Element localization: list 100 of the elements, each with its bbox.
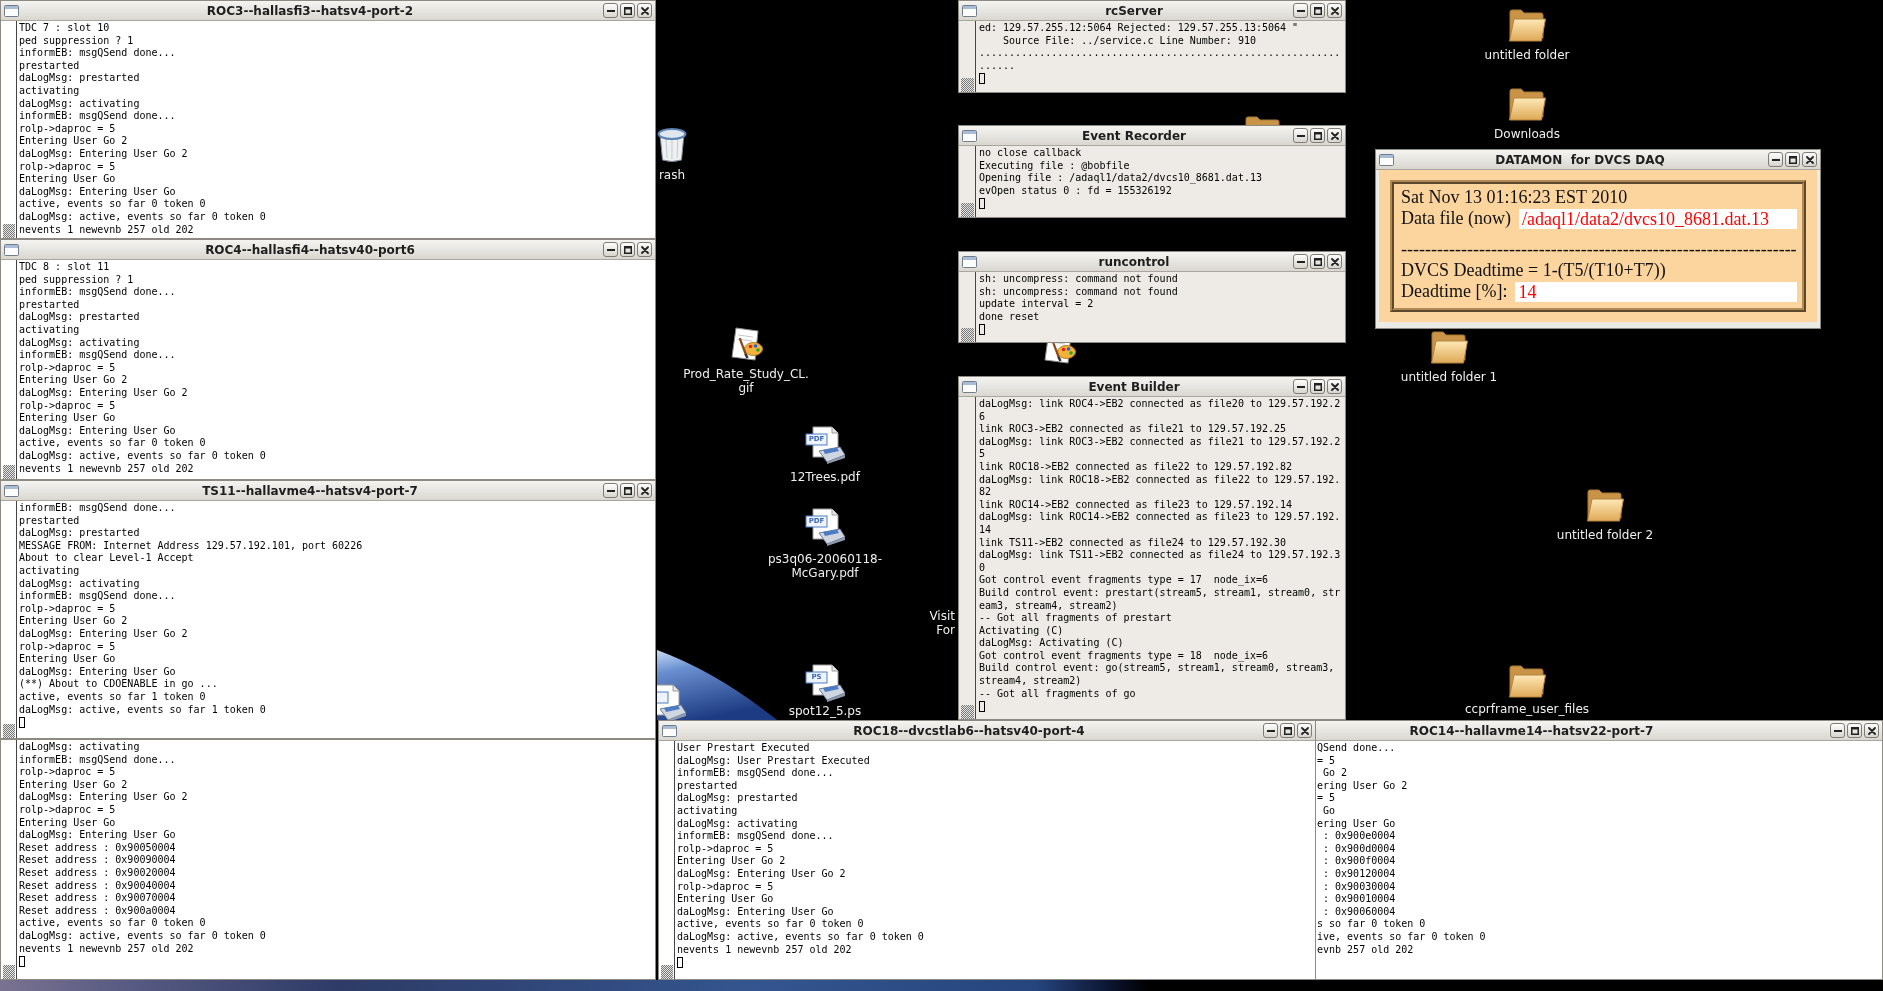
close-button[interactable] xyxy=(1864,723,1879,738)
document-icon[interactable] xyxy=(804,426,846,464)
maximize-button[interactable] xyxy=(620,242,635,257)
minimize-button[interactable] xyxy=(603,242,618,257)
close-button[interactable] xyxy=(1327,3,1342,18)
minimize-button[interactable] xyxy=(1293,3,1308,18)
maximize-button[interactable] xyxy=(620,3,635,18)
close-button[interactable] xyxy=(1327,379,1342,394)
scrollbar[interactable] xyxy=(1,740,17,979)
maximize-button[interactable] xyxy=(1280,723,1295,738)
scrollbar[interactable] xyxy=(1,260,17,479)
terminal-line: : 0x900d0004 xyxy=(1322,842,1396,856)
icon-label[interactable]: untitled folder 1 xyxy=(1400,370,1498,384)
folder-icon[interactable] xyxy=(1508,664,1546,698)
icon-label[interactable]: ps3q06-20060118- McGary.pdf xyxy=(767,552,883,580)
document-icon[interactable] xyxy=(804,664,846,702)
folder-icon[interactable] xyxy=(1244,116,1282,125)
window-menu-icon[interactable] xyxy=(962,4,977,17)
icon-label[interactable]: Visit For xyxy=(929,609,955,637)
maximize-button[interactable] xyxy=(620,483,635,498)
close-button[interactable] xyxy=(1297,723,1312,738)
terminal-line: active, events so far 0 token 0 xyxy=(19,437,206,450)
scrollbar[interactable] xyxy=(959,272,976,342)
terminal-line: Build control event: go(stream5, stream1, stream0, stream3, xyxy=(979,662,1335,676)
window-menu-icon[interactable] xyxy=(4,484,19,497)
terminal-line: daLogMsg: link ROC3->EB2 connected as file21 to 129.57.192.2 xyxy=(979,435,1341,449)
scrollbar[interactable] xyxy=(1,21,17,238)
close-button[interactable] xyxy=(1327,128,1342,143)
close-button[interactable] xyxy=(1327,254,1342,269)
terminal-line: daLogMsg: Entering User Go xyxy=(19,185,176,199)
window-menu-icon[interactable] xyxy=(962,255,977,268)
minimize-button[interactable] xyxy=(1768,152,1783,167)
maximize-button[interactable] xyxy=(1310,128,1325,143)
scrollbar-thumb[interactable] xyxy=(3,965,15,979)
folder-icon[interactable] xyxy=(1586,488,1624,522)
scrollbar[interactable] xyxy=(1,501,17,738)
window-menu-icon[interactable] xyxy=(962,129,977,142)
terminal-line: daLogMsg: active, events so far 0 token 0 xyxy=(677,930,924,944)
terminal-line: rolp->daproc = 5 xyxy=(677,880,774,894)
terminal-line: nevents 1 newevnb 257 old 202 xyxy=(677,943,852,957)
scrollbar-thumb[interactable] xyxy=(961,78,974,92)
close-button[interactable] xyxy=(1802,152,1817,167)
maximize-button[interactable] xyxy=(1310,3,1325,18)
maximize-button[interactable] xyxy=(1847,723,1862,738)
close-button[interactable] xyxy=(637,242,652,257)
scrollbar[interactable] xyxy=(959,21,976,92)
window-menu-icon[interactable] xyxy=(4,243,19,256)
terminal-line: TDC 7 : slot 10 xyxy=(19,22,110,35)
terminal-line: -- Got all fragments of go xyxy=(979,687,1136,701)
icon-label[interactable]: 12Trees.pdf xyxy=(790,470,860,484)
terminal-line: : 0x90120004 xyxy=(1322,867,1396,881)
terminal-line: daLogMsg: activating xyxy=(677,817,798,831)
maximize-icon xyxy=(623,6,632,15)
scrollbar-thumb[interactable] xyxy=(661,965,673,979)
minimize-button[interactable] xyxy=(1263,723,1278,738)
terminal-line: daLogMsg: Entering User Go 2 xyxy=(677,867,846,881)
icon-label[interactable]: spot12_5.ps xyxy=(788,704,862,718)
terminal-line: link TS11->EB2 connected as file24 to 129.57.192.30 xyxy=(979,536,1287,550)
scrollbar-thumb[interactable] xyxy=(3,224,15,238)
terminal-line: link ROC3->EB2 connected as file21 to 129.57.192.25 xyxy=(979,423,1287,436)
minimize-button[interactable] xyxy=(1293,254,1308,269)
terminal-line: 5 xyxy=(979,448,986,461)
scrollbar[interactable] xyxy=(959,146,976,217)
scrollbar-thumb[interactable] xyxy=(961,203,974,217)
document-icon[interactable] xyxy=(804,508,846,546)
minimize-icon xyxy=(1833,729,1842,732)
folder-icon[interactable] xyxy=(1508,8,1546,42)
scrollbar-thumb[interactable] xyxy=(3,465,15,479)
terminal-line: daLogMsg: active, events so far 1 token 0 xyxy=(19,703,266,717)
minimize-button[interactable] xyxy=(1293,379,1308,394)
maximize-button[interactable] xyxy=(1785,152,1800,167)
scrollbar[interactable] xyxy=(659,741,675,979)
minimize-button[interactable] xyxy=(603,483,618,498)
folder-icon[interactable] xyxy=(1508,87,1546,121)
minimize-button[interactable] xyxy=(1830,723,1845,738)
terminal-line: done reset xyxy=(979,310,1040,324)
icon-label[interactable]: Prod_Rate_Study_CL. gif xyxy=(683,367,809,395)
icon-label[interactable]: ccprframe_user_files xyxy=(1465,702,1589,716)
terminal-line: daLogMsg: Entering User Go xyxy=(677,905,834,919)
paint-document-icon[interactable] xyxy=(729,327,763,361)
window-menu-icon[interactable] xyxy=(1379,153,1394,166)
window-menu-icon[interactable] xyxy=(4,4,19,17)
maximize-button[interactable] xyxy=(1310,379,1325,394)
close-button[interactable] xyxy=(637,3,652,18)
close-button[interactable] xyxy=(637,483,652,498)
scrollbar[interactable] xyxy=(959,397,976,719)
maximize-button[interactable] xyxy=(1310,254,1325,269)
icon-label[interactable]: untitled folder xyxy=(1484,48,1570,62)
trash-icon[interactable] xyxy=(657,127,687,163)
icon-label[interactable]: untitled folder 2 xyxy=(1556,528,1654,542)
window-menu-icon[interactable] xyxy=(662,724,677,737)
scrollbar-thumb[interactable] xyxy=(961,705,974,719)
icon-label[interactable]: Downloads xyxy=(1494,127,1560,141)
icon-label[interactable]: rash xyxy=(658,168,686,182)
scrollbar-thumb[interactable] xyxy=(3,724,15,738)
folder-icon[interactable] xyxy=(1430,330,1468,364)
minimize-button[interactable] xyxy=(1293,128,1308,143)
minimize-button[interactable] xyxy=(603,3,618,18)
window-menu-icon[interactable] xyxy=(962,380,977,393)
scrollbar-thumb[interactable] xyxy=(961,328,974,342)
